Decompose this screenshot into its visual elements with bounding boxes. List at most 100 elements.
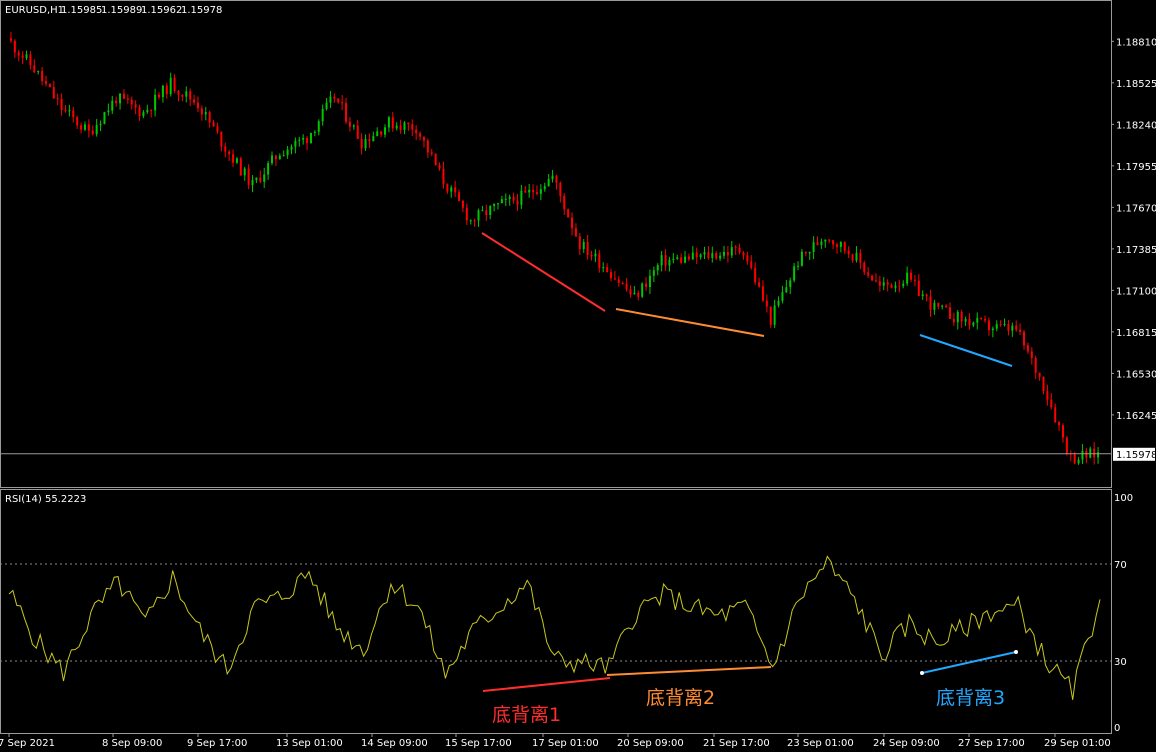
- candle-body: [722, 252, 725, 256]
- candle-body: [1023, 331, 1026, 346]
- candle-body: [99, 123, 102, 125]
- candle-body: [21, 55, 24, 59]
- candle-body: [321, 109, 324, 122]
- candle-body: [1038, 372, 1041, 377]
- candle-body: [1026, 345, 1029, 352]
- time-tick-label: 13 Sep 01:00: [276, 738, 343, 749]
- candle-body: [664, 255, 667, 266]
- candle-body: [333, 96, 336, 99]
- candle-body: [1003, 324, 1006, 326]
- candle-body: [742, 252, 745, 256]
- candle-body: [773, 305, 776, 325]
- candle-body: [325, 102, 328, 110]
- candle-body: [126, 98, 129, 100]
- candle-body: [1042, 376, 1045, 392]
- candle-body: [391, 117, 394, 129]
- candle-body: [107, 110, 110, 113]
- price-tick-label: 1.17100: [1116, 286, 1156, 297]
- candle-body: [356, 125, 359, 139]
- candle-body: [384, 127, 387, 135]
- candle-body: [247, 168, 250, 186]
- price-tick-label: 1.17385: [1116, 245, 1156, 256]
- time-tick-label: 23 Sep 01:00: [787, 738, 854, 749]
- candle-body: [208, 112, 211, 123]
- candle-body: [680, 257, 683, 263]
- candle-body: [820, 241, 823, 246]
- candle-body: [945, 305, 948, 308]
- candle-body: [715, 253, 718, 259]
- time-tick-label: 15 Sep 17:00: [445, 738, 512, 749]
- candle-body: [1089, 448, 1092, 458]
- rsi-axis-label-70: 70: [1114, 560, 1127, 571]
- candle-body: [812, 242, 815, 252]
- candle-body: [832, 240, 835, 245]
- price-tick-label: 1.18240: [1116, 120, 1156, 131]
- candle-body: [473, 220, 476, 222]
- candle-body: [687, 256, 690, 260]
- candle-body: [243, 168, 246, 176]
- candle-body: [103, 112, 106, 124]
- candle-body: [263, 174, 266, 182]
- candle-body: [274, 155, 277, 160]
- candle-body: [56, 98, 59, 100]
- candle-body: [835, 244, 838, 247]
- candle-body: [617, 279, 620, 283]
- candle-body: [754, 267, 757, 283]
- candle-body: [138, 107, 141, 117]
- candle-body: [508, 196, 511, 199]
- candle-body: [1034, 358, 1037, 373]
- candle-body: [684, 256, 687, 263]
- candle-body: [952, 318, 955, 323]
- candle-body: [360, 138, 363, 149]
- candle-body: [1058, 422, 1061, 426]
- candle-body: [711, 253, 714, 258]
- candle-body: [602, 267, 605, 269]
- candle-body: [419, 133, 422, 137]
- candle-body: [917, 280, 920, 297]
- candle-body: [890, 284, 893, 288]
- candle-body: [1097, 452, 1100, 458]
- candle-body: [380, 131, 383, 135]
- candle-body: [9, 38, 12, 41]
- candle-body: [212, 122, 215, 127]
- rsi-axis-label-100: 100: [1114, 493, 1133, 504]
- candle-body: [859, 252, 862, 263]
- candle-body: [91, 130, 94, 135]
- candle-body: [863, 262, 866, 273]
- candle-body: [119, 93, 122, 104]
- candle-body: [528, 189, 531, 193]
- rsi-axis-label-30: 30: [1114, 657, 1127, 668]
- candle-body: [169, 77, 172, 95]
- candle-body: [224, 146, 227, 152]
- candle-body: [29, 54, 32, 66]
- candle-body: [571, 217, 574, 229]
- candle-body: [726, 252, 729, 256]
- candle-body: [485, 210, 488, 216]
- candle-body: [306, 137, 309, 144]
- candle-body: [894, 285, 897, 288]
- candle-body: [13, 40, 16, 53]
- candle-body: [964, 318, 967, 322]
- candle-body: [637, 292, 640, 297]
- candle-body: [111, 100, 114, 111]
- candle-body: [948, 307, 951, 319]
- time-tick-label: 20 Sep 09:00: [617, 738, 684, 749]
- candle-body: [524, 190, 527, 193]
- candle-body: [134, 104, 137, 108]
- candle-body: [874, 280, 877, 282]
- candle-body: [83, 124, 86, 130]
- candle-body: [500, 199, 503, 204]
- candle-body: [960, 311, 963, 322]
- candle-body: [672, 258, 675, 260]
- candle-body: [1046, 391, 1049, 400]
- candle-body: [461, 200, 464, 208]
- candle-body: [372, 136, 375, 142]
- candle-body: [598, 253, 601, 268]
- candle-body: [991, 328, 994, 331]
- time-tick-label: 7 Sep 2021: [0, 738, 55, 749]
- candle-body: [590, 254, 593, 257]
- candle-body: [719, 255, 722, 259]
- candle-body: [64, 109, 67, 111]
- candle-body: [17, 52, 20, 56]
- candle-body: [193, 99, 196, 103]
